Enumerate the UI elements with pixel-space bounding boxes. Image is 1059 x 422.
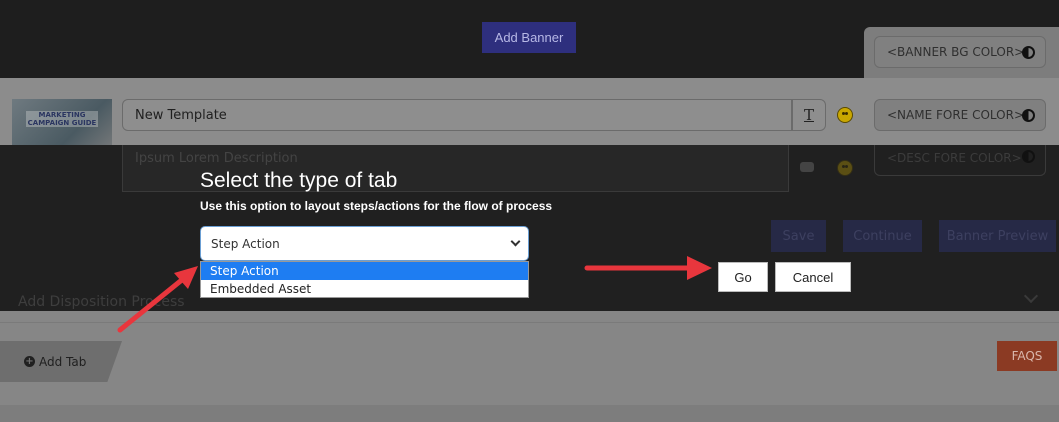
desc-fore-color-label: <DESC FORE COLOR> [887, 151, 1022, 165]
modal-title: Select the type of tab [200, 169, 398, 192]
continue-button[interactable]: Continue [843, 220, 922, 252]
save-button[interactable]: Save [771, 220, 826, 252]
disposition-label[interactable]: Add Disposition Process [18, 294, 185, 310]
add-tab-label: Add Tab [39, 354, 87, 369]
option-step-action[interactable]: Step Action [201, 262, 528, 280]
add-banner-button[interactable]: Add Banner [482, 22, 576, 53]
banner-bg-color-picker[interactable]: <BANNER BG COLOR> [874, 36, 1046, 68]
emoji-icon[interactable] [837, 107, 853, 123]
banner-bg-color-label: <BANNER BG COLOR> [887, 45, 1025, 59]
option-embedded-asset[interactable]: Embedded Asset [201, 280, 528, 298]
divider [0, 322, 1059, 323]
add-tab-button[interactable]: + Add Tab [0, 341, 122, 382]
plus-circle-icon: + [24, 356, 35, 367]
contrast-icon [1022, 46, 1035, 59]
desc-fore-color-picker[interactable]: <DESC FORE COLOR> [874, 145, 1046, 176]
emoji-icon[interactable] [837, 160, 853, 176]
chat-icon[interactable] [800, 162, 814, 172]
name-fore-color-picker[interactable]: <NAME FORE COLOR> [874, 99, 1046, 131]
tab-type-selected-value: Step Action [211, 236, 280, 251]
tab-type-dropdown: Step Action Embedded Asset [200, 261, 529, 298]
contrast-icon [1022, 109, 1035, 122]
template-name-input[interactable]: New Template [122, 99, 792, 131]
go-button[interactable]: Go [718, 262, 768, 292]
faqs-button[interactable]: FAQS [997, 341, 1057, 371]
banner-preview-button[interactable]: Banner Preview [939, 220, 1056, 252]
text-format-icon[interactable]: T [792, 99, 826, 131]
thumbnail-caption: MARKETING CAMPAIGN GUIDE [26, 111, 98, 127]
cancel-button[interactable]: Cancel [775, 262, 851, 292]
bottom-shade [0, 405, 1059, 422]
name-fore-color-label: <NAME FORE COLOR> [887, 108, 1024, 122]
chevron-down-icon [510, 236, 521, 247]
contrast-icon [1022, 150, 1035, 163]
tab-type-select[interactable]: Step Action [200, 226, 529, 261]
modal-subtitle: Use this option to layout steps/actions … [200, 199, 553, 213]
